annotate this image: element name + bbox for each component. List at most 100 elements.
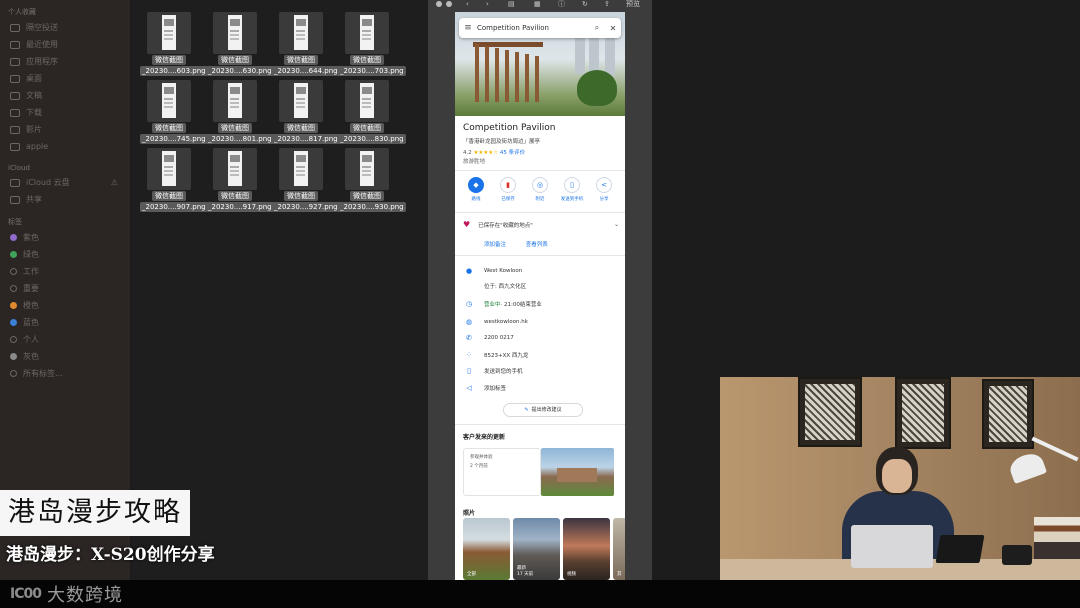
reviews-link[interactable]: 45 条评价 [500,150,525,156]
forward-icon[interactable]: › [486,0,489,8]
place-info-row[interactable]: ⁘ 8523+XX 西九龙 [463,351,619,359]
file-item[interactable]: 微信截图 _20230....907.png [136,140,208,212]
sidebar-item-movies[interactable]: 影片 [0,121,130,138]
share-icon[interactable]: ⇪ [604,0,610,8]
brand-watermark: IC00 大数跨境 [10,580,123,608]
books [1034,517,1080,559]
update-card[interactable]: 参观并体验 2 个月前 [463,448,541,496]
sidebar-item-applications[interactable]: 应用程序 [0,53,130,70]
heart-icon: ♥ [463,220,471,229]
photo-tile[interactable]: 其 [613,518,625,580]
sidebar-toggle-icon[interactable]: ▤ [508,0,515,8]
sidebar-item-shared[interactable]: 共享 [0,191,130,208]
sidebar-tag-item[interactable]: 个人 [0,331,130,348]
close-window-button[interactable] [436,1,442,7]
tag-color-dot-icon [10,319,17,326]
image-thumbnail-icon [345,80,389,122]
sidebar-item-apple[interactable]: apple [0,138,130,155]
place-title: Competition Pavilion [463,123,556,133]
sidebar-item-airdrop[interactable]: 隔空投送 [0,19,130,36]
file-item[interactable]: 微信截图 _20230....703.png [334,4,406,76]
file-name-line2: _20230....927.png [272,202,340,212]
sidebar-tag-item[interactable]: 所有标签… [0,365,130,382]
file-item[interactable]: 微信截图 _20230....930.png [334,140,406,212]
sidebar-item-desktop[interactable]: 桌面 [0,70,130,87]
update-card-time: 2 个月前 [470,464,488,469]
maps-search-bar[interactable]: ≡ Competition Pavilion ⌕ ✕ [459,18,621,38]
search-query-text[interactable]: Competition Pavilion [477,24,589,32]
file-item[interactable]: 微信截图 _20230....603.png [136,4,208,76]
info-row-text: West Kowloon [484,268,523,274]
place-info-row[interactable]: ✆ 2200 0217 [463,334,619,342]
clock-icon [10,40,20,49]
info-row-text: · 21:00结束营业 [500,302,542,308]
update-photo[interactable] [541,448,614,496]
photo-tile[interactable]: 视频 [563,518,610,580]
photo-tile[interactable]: 最新 17 天前 [513,518,560,580]
place-info-row[interactable]: ◁ 添加标签 [463,384,619,392]
info-row-icon: ◷ [465,300,473,308]
place-category: 旅游胜地 [463,159,486,165]
sidebar-tag-item[interactable]: 蓝色 [0,314,130,331]
preview-app-label: 预览 [626,0,640,8]
suggest-edit-button[interactable]: ✎ 提出修改建议 [503,403,583,417]
photo-tile[interactable]: 全部 [463,518,510,580]
place-action-button[interactable]: ▯ 发送到手机 [557,177,587,202]
view-list-link[interactable]: 查看列表 [526,242,548,248]
sidebar-tag-item[interactable]: 橙色 [0,297,130,314]
add-note-link[interactable]: 添加备注 [484,242,506,248]
download-icon [10,108,20,117]
place-action-button[interactable]: ▮ 已保存 [493,177,523,202]
search-icon[interactable]: ⌕ [589,23,605,33]
sidebar-item-documents[interactable]: 文稿 [0,87,130,104]
grid-icon[interactable]: ▦ [534,0,541,8]
info-row-icon: ● [465,267,473,275]
sidebar-tag-item[interactable]: 灰色 [0,348,130,365]
sidebar-item-recents[interactable]: 最近使用 [0,36,130,53]
action-icon: ▯ [564,177,580,193]
rotate-icon[interactable]: ↻ [582,0,588,8]
info-icon[interactable]: ⓘ [558,0,565,8]
file-item[interactable]: 微信截图 _20230....801.png [202,72,274,144]
file-item[interactable]: 微信截图 _20230....630.png [202,4,274,76]
pavilion-slat [525,54,529,102]
place-action-button[interactable]: ◆ 路线 [461,177,491,202]
image-thumbnail-icon [345,148,389,190]
sidebar-item-icloud-drive[interactable]: iCloud 云盘 ⚠ [0,174,130,191]
place-info-row[interactable]: ◷ 营业中 · 21:00结束营业 [463,300,619,308]
place-action-button[interactable]: ◎ 附近 [525,177,555,202]
sidebar-tag-item[interactable]: 工作 [0,263,130,280]
airdrop-icon [10,23,20,32]
rating-stars-icon: ★★★★☆ [473,150,499,156]
action-label: 已保存 [501,197,515,202]
sidebar-tag-item[interactable]: 绿色 [0,246,130,263]
close-icon[interactable]: ✕ [605,24,621,33]
sidebar-item-downloads[interactable]: 下载 [0,104,130,121]
file-item[interactable]: 微信截图 _20230....817.png [268,72,340,144]
document-icon [10,91,20,100]
sidebar-tag-item[interactable]: 紫色 [0,229,130,246]
film-icon [10,125,20,134]
place-info-row[interactable]: ◍ westkowloon.hk [463,318,619,326]
file-item[interactable]: 微信截图 _20230....644.png [268,4,340,76]
chevron-down-icon[interactable]: ⌄ [614,221,619,228]
laptop [851,525,933,568]
file-name-line1: 微信截图 [218,191,252,201]
back-icon[interactable]: ‹ [466,0,469,8]
hamburger-menu-icon[interactable]: ≡ [459,23,477,33]
saved-list-row[interactable]: ♥ 已保存在"收藏的地点" ⌄ [463,220,619,229]
place-info-row[interactable]: ▯ 发送到您的手机 [463,367,619,375]
tag-color-dot-icon [10,234,17,241]
image-thumbnail-icon [279,12,323,54]
file-item[interactable]: 微信截图 _20230....830.png [334,72,406,144]
sidebar-tag-item[interactable]: 重要 [0,280,130,297]
place-info-row[interactable]: 位于: 西九文化区 [463,282,619,290]
place-info-row[interactable]: ● West Kowloon [463,267,619,275]
file-item[interactable]: 微信截图 _20230....927.png [268,140,340,212]
file-item[interactable]: 微信截图 _20230....745.png [136,72,208,144]
place-action-row: ◆ 路线 ▮ 已保存 ◎ 附近 ▯ 发送到手机 < 分享 [461,177,619,202]
file-item[interactable]: 微信截图 _20230....917.png [202,140,274,212]
minimize-window-button[interactable] [446,1,452,7]
file-name-line1: 微信截图 [350,55,384,65]
place-action-button[interactable]: < 分享 [589,177,619,202]
